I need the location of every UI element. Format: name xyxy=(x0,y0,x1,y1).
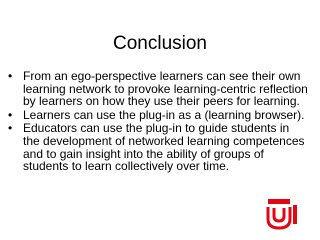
bullet-text: Learners can use the plug-in as a (learn… xyxy=(23,107,305,122)
university-logo-icon xyxy=(266,199,297,230)
slide-title: Conclusion xyxy=(113,33,207,54)
bullet-text: From an ego-perspective learners can see… xyxy=(23,69,308,109)
bullet-text: Educators can use the plug-in to guide s… xyxy=(23,121,305,174)
slide: Conclusion • From an ego-perspective lea… xyxy=(0,0,320,240)
bullet-item: • Educators can use the plug-in to guide… xyxy=(8,122,308,172)
bullet-list: • From an ego-perspective learners can s… xyxy=(8,70,308,174)
bullet-marker: • xyxy=(8,69,13,83)
bullet-item: • From an ego-perspective learners can s… xyxy=(8,70,308,108)
bullet-marker: • xyxy=(8,107,13,122)
bullet-marker: • xyxy=(8,121,13,136)
bullet-item: • Learners can use the plug-in as a (lea… xyxy=(8,107,308,122)
